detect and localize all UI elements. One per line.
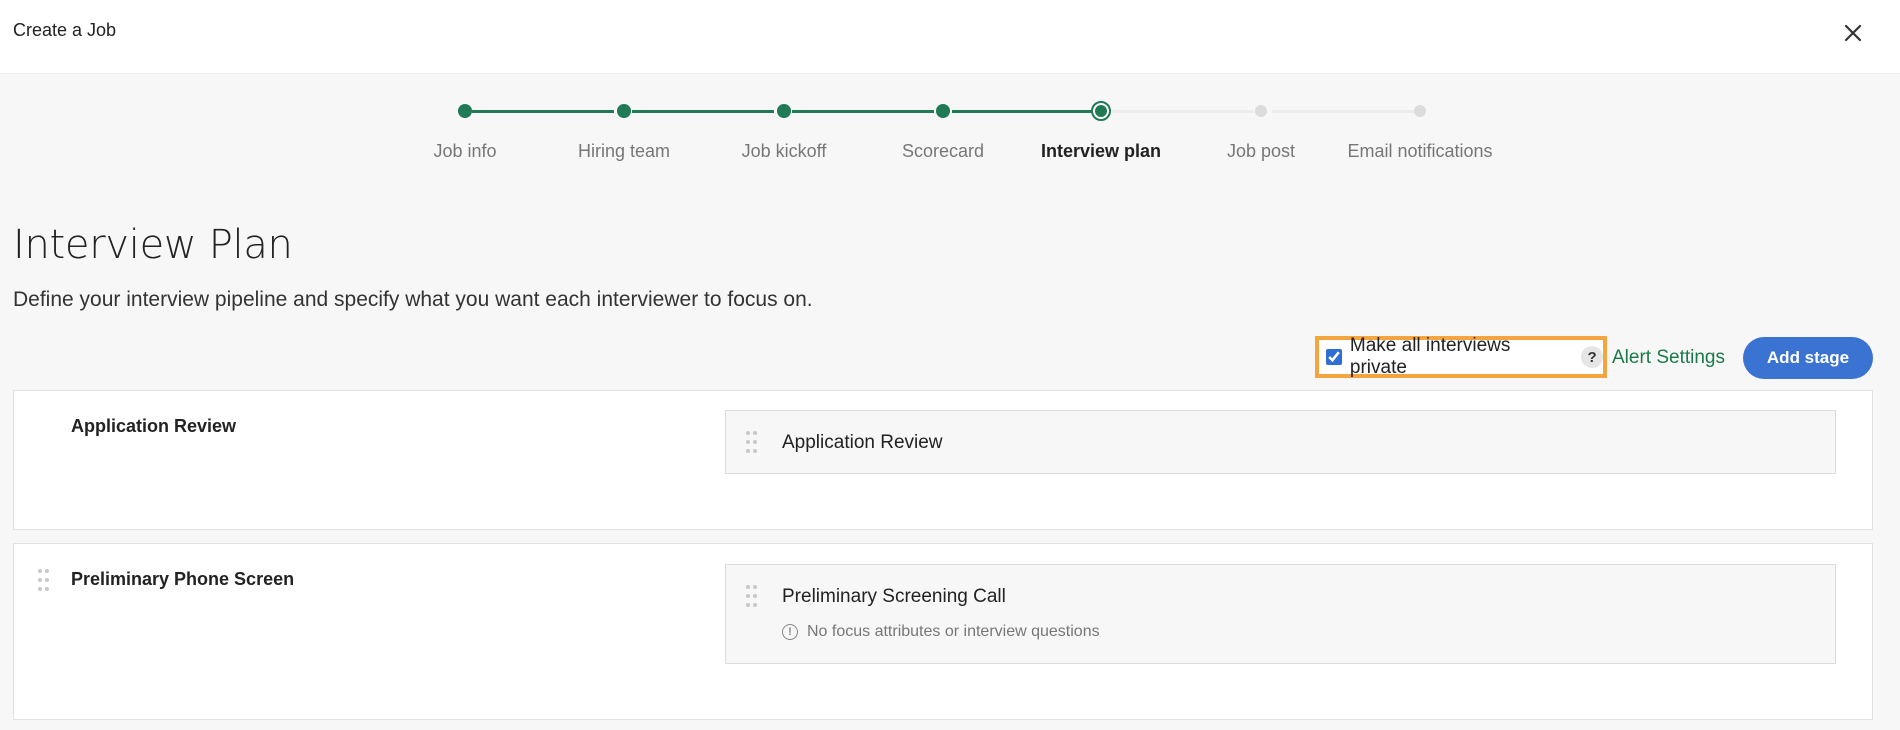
step-connector [1112, 110, 1254, 113]
step-dot-email-notifications[interactable] [1414, 105, 1426, 117]
modal-header: Create a Job [0, 0, 1900, 74]
modal-title: Create a Job [13, 20, 117, 40]
interview-name: Preliminary Screening Call [782, 586, 1006, 607]
stage-title: Application Review [71, 416, 237, 436]
stage-card: Application Review Application Review [13, 390, 1873, 530]
page-subtitle: Define your interview pipeline and speci… [13, 288, 813, 311]
step-dot-job-kickoff[interactable] [777, 104, 791, 118]
step-dot-scorecard[interactable] [936, 104, 950, 118]
stage-card: Preliminary Phone Screen Preliminary Scr… [13, 543, 1873, 720]
drag-handle-icon[interactable] [746, 585, 757, 609]
step-connector [1272, 110, 1414, 113]
progress-stepper: Job info Hiring team Job kickoff Scoreca… [0, 95, 1900, 175]
add-stage-button[interactable]: Add stage [1743, 337, 1873, 379]
step-dot-job-info[interactable] [458, 104, 472, 118]
step-connector [472, 110, 614, 113]
drag-handle-icon[interactable] [746, 431, 757, 455]
step-label-interview-plan[interactable]: Interview plan [1011, 141, 1191, 162]
interview-card[interactable]: Application Review [725, 410, 1836, 474]
alert-settings-link[interactable]: Alert Settings [1612, 347, 1725, 369]
private-interviews-label: Make all interviews private [1349, 335, 1511, 378]
private-interviews-toggle[interactable]: Make all interviews private ? [1315, 335, 1607, 378]
stage-title: Preliminary Phone Screen [71, 569, 295, 589]
step-connector [632, 110, 774, 113]
help-icon[interactable]: ? [1581, 346, 1603, 368]
interview-name: Application Review [782, 432, 943, 453]
private-interviews-checkbox[interactable] [1326, 349, 1342, 365]
step-label-hiring-team[interactable]: Hiring team [534, 141, 714, 162]
close-icon[interactable] [1838, 18, 1868, 48]
interview-note: ! No focus attributes or interview quest… [782, 623, 1100, 641]
step-label-job-kickoff[interactable]: Job kickoff [694, 141, 874, 162]
step-dot-interview-plan[interactable] [1091, 101, 1111, 121]
info-icon: ! [782, 624, 798, 640]
step-connector [952, 110, 1094, 113]
step-dot-hiring-team[interactable] [617, 104, 631, 118]
step-label-job-post[interactable]: Job post [1171, 141, 1351, 162]
interview-card[interactable]: Preliminary Screening Call ! No focus at… [725, 564, 1836, 664]
page-title: Interview Plan [13, 222, 293, 268]
step-label-scorecard[interactable]: Scorecard [853, 141, 1033, 162]
step-label-email-notifications[interactable]: Email notifications [1330, 141, 1510, 162]
step-connector [792, 110, 934, 113]
drag-handle-icon[interactable] [38, 569, 49, 593]
step-label-job-info[interactable]: Job info [375, 141, 555, 162]
step-dot-job-post[interactable] [1255, 105, 1267, 117]
interview-note-text: No focus attributes or interview questio… [807, 623, 1100, 640]
